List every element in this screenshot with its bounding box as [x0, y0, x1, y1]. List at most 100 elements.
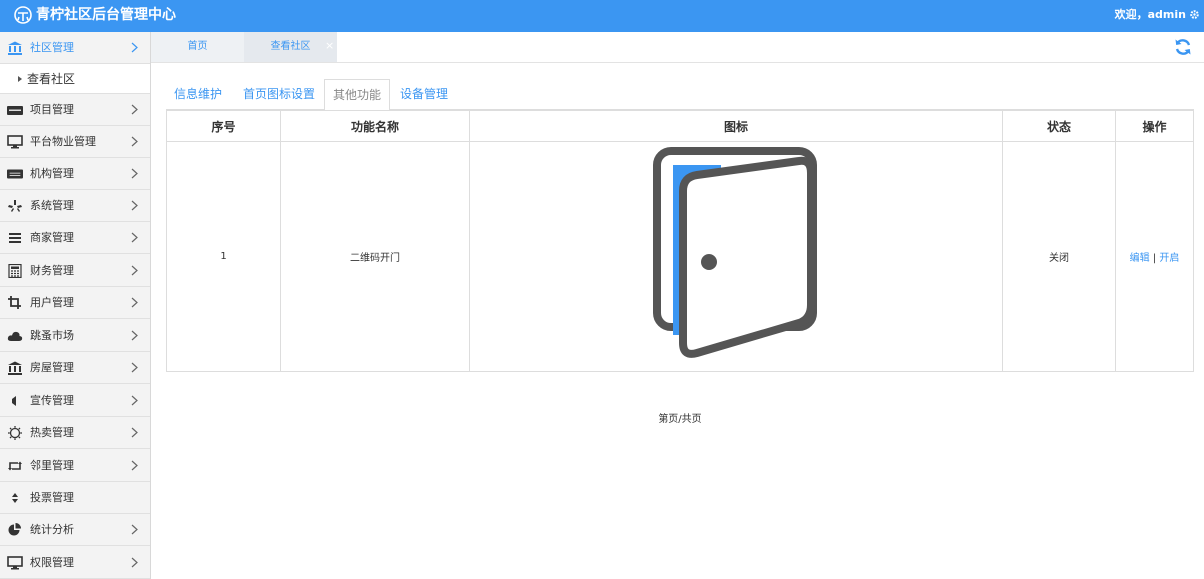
chevron-right-icon — [131, 362, 138, 373]
page-tab-bar: 首页 查看社区 × — [151, 32, 1204, 63]
table-header-row: 序号 功能名称 图标 状态 操作 — [166, 110, 1194, 142]
action-separator: | — [1149, 253, 1160, 264]
row-actions: 编辑 | 开启 — [1115, 141, 1194, 372]
sidebar-item-community[interactable]: 社区管理 — [0, 32, 150, 64]
caret-right-icon — [18, 76, 22, 82]
chevron-right-icon — [131, 460, 138, 471]
sidebar-item-label: 用户管理 — [30, 296, 74, 309]
desktop-icon — [7, 556, 23, 570]
sidebar-item-label: 投票管理 — [30, 491, 74, 504]
sidebar-item-label: 平台物业管理 — [30, 135, 96, 148]
door-icon — [653, 146, 817, 358]
gear-icon[interactable] — [1189, 9, 1200, 20]
bank-icon — [8, 41, 22, 55]
row-index: 1 — [166, 141, 281, 372]
chevron-right-icon — [131, 42, 138, 53]
sidebar-item-flea-market[interactable]: 跳蚤市场 — [0, 320, 150, 352]
logo-icon — [14, 6, 32, 24]
sidebar-item-vote[interactable]: 投票管理 — [0, 482, 150, 514]
tab-device-management[interactable]: 设备管理 — [392, 79, 456, 110]
sidebar-item-hot-sale[interactable]: 热卖管理 — [0, 417, 150, 449]
refresh-icon[interactable] — [1174, 38, 1192, 56]
tab-other-functions[interactable]: 其他功能 — [324, 79, 390, 111]
edit-link[interactable]: 编辑 — [1130, 253, 1150, 264]
bars-icon — [9, 233, 21, 243]
app-title: 青柠社区后台管理中心 — [36, 7, 176, 23]
sidebar-item-system[interactable]: 系统管理 — [0, 190, 150, 222]
sidebar-item-statistics[interactable]: 统计分析 — [0, 514, 150, 546]
sidebar-item-label: 项目管理 — [30, 103, 74, 116]
sidebar: 社区管理 查看社区 项目管理 平台物业管理 机构管理 系统管理 商家管理 财务管… — [0, 32, 151, 579]
row-icon-cell — [469, 141, 1003, 372]
top-bar: 青柠社区后台管理中心 欢迎，admin — [0, 0, 1204, 32]
sort-icon — [12, 493, 18, 503]
sidebar-item-label: 机构管理 — [30, 167, 74, 180]
chevron-right-icon — [131, 427, 138, 438]
sidebar-item-property[interactable]: 平台物业管理 — [0, 126, 150, 158]
column-header-index: 序号 — [166, 110, 281, 142]
sidebar-item-label: 房屋管理 — [30, 361, 74, 374]
chevron-right-icon — [131, 136, 138, 147]
tab-view-community[interactable]: 查看社区 — [244, 32, 337, 62]
content-tabs: 信息维护 首页图标设置 其他功能 设备管理 — [166, 79, 1194, 111]
chevron-right-icon — [131, 104, 138, 115]
cloud-icon — [7, 331, 23, 341]
sidebar-item-label: 邻里管理 — [30, 459, 74, 472]
retweet-icon — [8, 461, 22, 471]
column-header-icon: 图标 — [469, 110, 1003, 142]
sidebar-item-label: 宣传管理 — [30, 394, 74, 407]
enable-link[interactable]: 开启 — [1159, 253, 1179, 264]
sidebar-item-house[interactable]: 房屋管理 — [0, 352, 150, 384]
pie-chart-icon — [8, 523, 21, 536]
sidebar-item-label: 系统管理 — [30, 199, 74, 212]
chevron-right-icon — [131, 395, 138, 406]
sidebar-subitem-label: 查看社区 — [27, 72, 76, 86]
chevron-right-icon — [131, 168, 138, 179]
chevron-right-icon — [131, 524, 138, 535]
sidebar-item-label: 跳蚤市场 — [30, 329, 74, 342]
column-header-status: 状态 — [1002, 110, 1116, 142]
sidebar-item-label: 统计分析 — [30, 523, 74, 536]
volume-icon — [12, 396, 16, 406]
welcome-user[interactable]: 欢迎，admin — [1115, 8, 1186, 22]
row-status: 关闭 — [1002, 141, 1116, 372]
tab-info-maintenance[interactable]: 信息维护 — [166, 79, 230, 110]
stripe-icon — [7, 169, 23, 179]
chevron-right-icon — [131, 330, 138, 341]
sidebar-item-neighbor[interactable]: 邻里管理 — [0, 450, 150, 482]
sidebar-item-label: 权限管理 — [30, 556, 74, 569]
bank-icon — [8, 361, 22, 375]
sidebar-item-merchant[interactable]: 商家管理 — [0, 222, 150, 254]
sidebar-item-permission[interactable]: 权限管理 — [0, 547, 150, 579]
sun-icon — [8, 426, 22, 440]
close-tab-icon[interactable]: × — [325, 32, 334, 60]
sidebar-item-label: 财务管理 — [30, 264, 74, 277]
chevron-right-icon — [131, 557, 138, 568]
sidebar-subitem-view-community[interactable]: 查看社区 — [0, 64, 150, 94]
yelp-icon — [8, 200, 22, 212]
column-header-actions: 操作 — [1115, 110, 1194, 142]
crop-icon — [8, 296, 21, 309]
chevron-right-icon — [131, 297, 138, 308]
function-table: 序号 功能名称 图标 状态 操作 1 二维码开门 关闭 编辑 | 开启 — [166, 110, 1194, 372]
desktop-icon — [7, 135, 23, 149]
sidebar-item-label: 社区管理 — [30, 41, 74, 54]
sidebar-item-finance[interactable]: 财务管理 — [0, 255, 150, 287]
tab-home[interactable]: 首页 — [151, 32, 244, 62]
tab-home-icon-settings[interactable]: 首页图标设置 — [236, 79, 322, 110]
chevron-right-icon — [131, 232, 138, 243]
sidebar-item-org[interactable]: 机构管理 — [0, 158, 150, 190]
table-row: 1 二维码开门 关闭 编辑 | 开启 — [166, 141, 1194, 372]
column-header-name: 功能名称 — [280, 110, 470, 142]
sidebar-item-label: 热卖管理 — [30, 426, 74, 439]
sidebar-item-promotion[interactable]: 宣传管理 — [0, 385, 150, 417]
pagination-info: 第页/共页 — [658, 414, 702, 425]
sidebar-item-user[interactable]: 用户管理 — [0, 287, 150, 319]
row-function-name: 二维码开门 — [280, 141, 470, 372]
chevron-right-icon — [131, 200, 138, 211]
calculator-icon — [8, 264, 22, 278]
sidebar-item-project[interactable]: 项目管理 — [0, 94, 150, 126]
discover-card-icon — [7, 106, 23, 115]
sidebar-item-label: 商家管理 — [30, 231, 74, 244]
chevron-right-icon — [131, 265, 138, 276]
